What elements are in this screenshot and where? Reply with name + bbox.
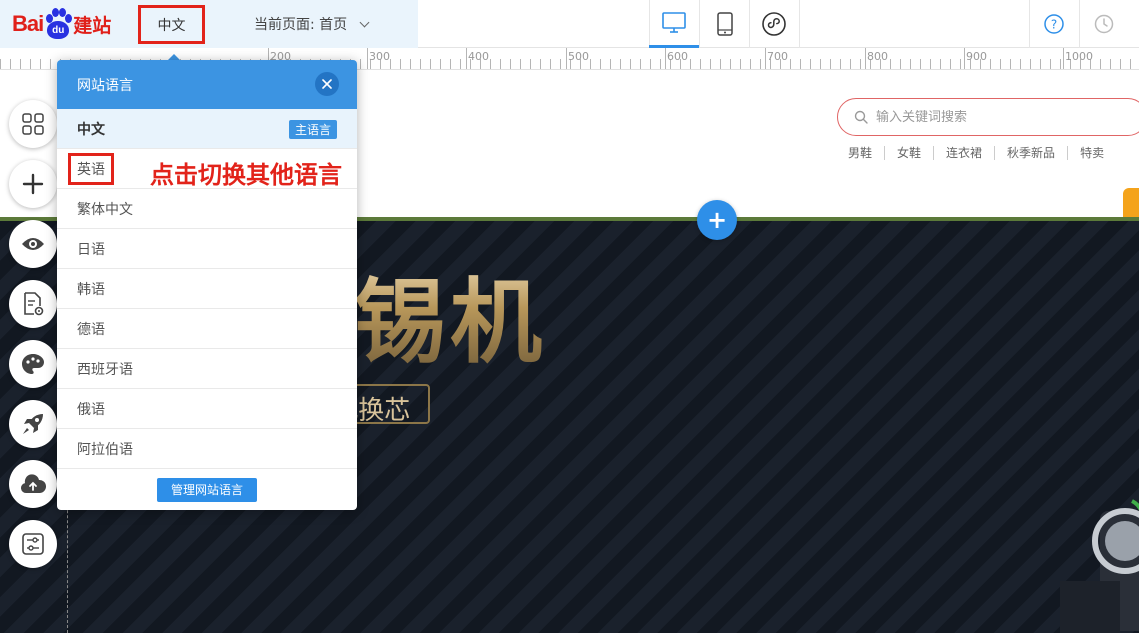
tab-desktop-view[interactable]: [649, 0, 699, 48]
mobile-icon: [717, 12, 733, 36]
language-popup-header: 网站语言: [57, 60, 357, 109]
hot-word-link[interactable]: 特卖: [1067, 146, 1116, 160]
eye-icon: [22, 238, 44, 250]
ruler-label: 500: [568, 50, 589, 63]
page-settings-icon: [24, 292, 44, 316]
language-popup-footer: 管理网站语言: [57, 469, 357, 510]
palette-icon: [22, 354, 44, 374]
orange-side-tab[interactable]: [1123, 188, 1139, 218]
language-item-arabic[interactable]: 阿拉伯语: [57, 429, 357, 469]
ruler-label: 800: [867, 50, 888, 63]
tab-mobile-view[interactable]: [700, 0, 750, 48]
components-button[interactable]: [9, 100, 57, 148]
divider: [1029, 0, 1030, 48]
language-switcher-label: 中文: [157, 17, 186, 34]
ruler-label: 400: [468, 50, 489, 63]
hot-word-link[interactable]: 连衣裙: [933, 146, 994, 160]
language-item-label: 韩语: [77, 281, 105, 298]
ruler-label: 600: [667, 50, 688, 63]
language-item-russian[interactable]: 俄语: [57, 389, 357, 429]
preview-button[interactable]: [9, 220, 57, 268]
help-button[interactable]: ?: [1040, 10, 1068, 38]
divider: [1079, 0, 1080, 48]
language-item-label: 日语: [77, 241, 105, 258]
language-item-label: 英语: [68, 152, 114, 185]
hot-words: 男鞋 女鞋 连衣裙 秋季新品 特卖: [848, 146, 1116, 160]
language-item-spanish[interactable]: 西班牙语: [57, 349, 357, 389]
plus-icon: +: [706, 206, 728, 234]
ruler-label: 700: [767, 50, 788, 63]
language-item-label: 中文: [77, 121, 105, 138]
language-popup: 网站语言 中文 主语言 英语 繁体中文 日语 韩语 德语 西班牙语 俄语 阿拉伯…: [57, 60, 357, 510]
language-item-label: 繁体中文: [77, 201, 133, 218]
language-item-label: 俄语: [77, 401, 105, 418]
ruler-label: 900: [966, 50, 987, 63]
ruler-label: 300: [369, 50, 390, 63]
publish-button[interactable]: [9, 400, 57, 448]
tab-mini-program-view[interactable]: [749, 0, 799, 48]
desktop-icon: [662, 11, 686, 33]
primary-language-badge: 主语言: [288, 120, 337, 139]
language-item-label: 阿拉伯语: [77, 441, 133, 458]
logo-text-latin: Bai: [12, 11, 44, 36]
current-page-selector[interactable]: 当前页面: 首页: [254, 14, 370, 34]
top-bar: Bai du 建站 中文 当前页面: 首页 ?: [0, 0, 1139, 48]
hot-word-link[interactable]: 女鞋: [884, 146, 933, 160]
logo-text-paw: du: [47, 21, 70, 39]
plus-icon: [22, 173, 44, 195]
language-switcher[interactable]: 中文: [138, 5, 205, 44]
hot-word-link[interactable]: 秋季新品: [994, 146, 1067, 160]
language-item-primary[interactable]: 中文 主语言: [57, 109, 357, 149]
language-item-korean[interactable]: 韩语: [57, 269, 357, 309]
svg-text:?: ?: [1051, 18, 1057, 32]
settings-button[interactable]: [9, 520, 57, 568]
annotation-text: 点击切换其他语言: [150, 161, 342, 189]
rocket-icon: [23, 414, 43, 434]
page-settings-button[interactable]: [9, 280, 57, 328]
grid-icon: [22, 113, 44, 135]
history-button[interactable]: [1090, 10, 1118, 38]
close-button[interactable]: [315, 72, 339, 96]
ruler-label: 1000: [1065, 50, 1093, 63]
add-section-button[interactable]: +: [697, 200, 737, 240]
machine-image: [1060, 499, 1139, 633]
hot-word-link[interactable]: 男鞋: [848, 146, 884, 160]
upload-button[interactable]: [9, 460, 57, 508]
divider: [799, 0, 800, 48]
mini-program-icon: [762, 12, 786, 36]
paw-icon: du: [44, 8, 73, 40]
language-item-label: 德语: [77, 321, 105, 338]
baidu-jianzhan-logo[interactable]: Bai du 建站: [12, 6, 111, 42]
language-popup-title: 网站语言: [77, 77, 133, 94]
language-item-traditional-chinese[interactable]: 繁体中文: [57, 189, 357, 229]
theme-button[interactable]: [9, 340, 57, 388]
history-icon: [1094, 14, 1114, 34]
site-search-box[interactable]: [837, 98, 1139, 136]
language-item-label: 西班牙语: [77, 361, 133, 378]
add-button[interactable]: [9, 160, 57, 208]
site-search-input[interactable]: [876, 109, 1116, 125]
logo-text-cn: 建站: [73, 14, 112, 37]
search-icon: [854, 110, 868, 124]
language-item-german[interactable]: 德语: [57, 309, 357, 349]
help-icon: ?: [1044, 14, 1064, 34]
language-item-japanese[interactable]: 日语: [57, 229, 357, 269]
chevron-down-icon: [359, 17, 370, 27]
cloud-upload-icon: [21, 474, 46, 493]
current-page-label: 当前页面: 首页: [254, 17, 348, 33]
close-icon: [322, 79, 332, 89]
manage-languages-button[interactable]: 管理网站语言: [156, 477, 257, 502]
sliders-icon: [22, 533, 44, 555]
